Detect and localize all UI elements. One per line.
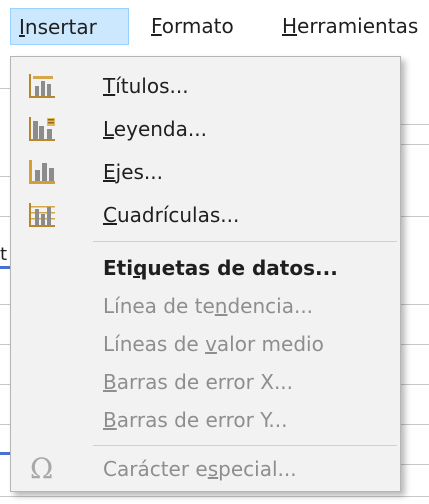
- grid-line: [401, 344, 429, 345]
- menu-formato-mnemonic: F: [151, 14, 162, 38]
- menu-item-leyenda[interactable]: Leyenda...: [11, 108, 400, 151]
- menu-item-barras-de-error-y: Barras de error Y...: [11, 399, 400, 442]
- grid-line: [401, 216, 429, 217]
- label-post: eyenda...: [113, 117, 207, 141]
- label-post: pecial...: [218, 457, 297, 481]
- grid-line: [0, 216, 10, 217]
- menu-separator: [93, 241, 397, 242]
- label-mnemonic: n: [214, 294, 228, 318]
- grid-line: [0, 344, 10, 345]
- label-pre: Línea de te: [103, 294, 215, 318]
- menu-item-label: Ejes...: [103, 151, 163, 194]
- label-pre: Líneas de: [103, 332, 206, 356]
- menu-item-label: Línea de tendencia...: [103, 285, 313, 328]
- chart-grid-icon: [29, 203, 55, 227]
- label-mnemonic: v: [205, 332, 217, 356]
- label-pre: Eti: [103, 256, 134, 280]
- label-post: arras de error Y...: [116, 408, 288, 432]
- grid-line: [0, 176, 10, 177]
- grid-line: [401, 424, 429, 425]
- menu-insertar-post: nsertar: [24, 15, 97, 39]
- grid-line: [401, 304, 429, 305]
- grid-line: [401, 144, 429, 145]
- label-mnemonic: T: [103, 74, 116, 98]
- label-mnemonic: B: [103, 370, 117, 394]
- cell-text-fragment: t: [0, 244, 8, 265]
- menu-item-lineas-de-valor-medio: Líneas de valor medio: [11, 323, 400, 366]
- grid-line: [0, 424, 10, 425]
- menu-item-ejes[interactable]: Ejes...: [11, 151, 400, 194]
- label-post: alor medio: [216, 332, 324, 356]
- menu-item-label: Títulos...: [103, 65, 189, 108]
- label-post: dencia...: [227, 294, 314, 318]
- grid-line: [401, 464, 429, 465]
- chart-axes-icon: [29, 160, 55, 184]
- menu-formato[interactable]: Formato: [151, 8, 234, 45]
- cell-underline: [0, 266, 10, 269]
- chart-legend-icon: [29, 117, 55, 141]
- menu-item-label: Etiquetas de datos...: [103, 247, 338, 290]
- menubar: Insertar Formato Herramientas: [0, 0, 429, 52]
- menu-item-cuadriculas[interactable]: Cuadrículas...: [11, 194, 400, 237]
- menu-item-etiquetas-de-datos[interactable]: Etiquetas de datos...: [11, 247, 400, 290]
- label-post: uadrículas...: [116, 203, 240, 227]
- label-mnemonic: B: [103, 408, 117, 432]
- label-mnemonic: q: [133, 256, 148, 280]
- menu-item-label: Líneas de valor medio: [103, 323, 324, 366]
- menu-herramientas-post: erramientas: [297, 14, 419, 38]
- menu-herramientas[interactable]: Herramientas: [282, 8, 418, 45]
- label-mnemonic: s: [207, 457, 219, 481]
- chart-titles-icon: [29, 74, 55, 98]
- grid-line: [401, 124, 429, 125]
- grid-line: [401, 384, 429, 385]
- menu-item-barras-de-error-x: Barras de error X...: [11, 361, 400, 404]
- cell-underline: [0, 452, 10, 455]
- insertar-dropdown-menu: Títulos... Leyenda... Ejes... Cuadrícula…: [10, 56, 401, 492]
- menu-insertar[interactable]: Insertar: [10, 8, 129, 45]
- menu-item-label: Barras de error Y...: [103, 399, 288, 442]
- label-post: uetas de datos...: [147, 256, 338, 280]
- menu-formato-post: ormato: [161, 14, 234, 38]
- menu-separator: [93, 445, 397, 446]
- grid-line: [0, 88, 10, 89]
- menu-item-label: Barras de error X...: [103, 361, 293, 404]
- label-mnemonic: E: [103, 160, 116, 184]
- label-pre: Carácter e: [103, 457, 208, 481]
- label-mnemonic: C: [103, 203, 117, 227]
- menu-herramientas-mnemonic: H: [282, 14, 298, 38]
- label-post: jes...: [115, 160, 163, 184]
- menu-item-label: Cuadrículas...: [103, 194, 239, 237]
- app-window: Insertar Formato Herramientas t Títulos.…: [0, 0, 429, 504]
- menu-item-linea-de-tendencia: Línea de tendencia...: [11, 285, 400, 328]
- menu-item-titulos[interactable]: Títulos...: [11, 65, 400, 108]
- grid-line: [0, 384, 10, 385]
- omega-icon: Ω: [30, 452, 54, 485]
- grid-line: [0, 496, 429, 497]
- label-mnemonic: L: [103, 117, 114, 141]
- label-post: ítulos...: [115, 74, 189, 98]
- label-post: arras de error X...: [116, 370, 294, 394]
- menu-item-caracter-especial: Ω Carácter especial...: [11, 448, 400, 491]
- menu-item-label: Leyenda...: [103, 108, 207, 151]
- grid-line: [0, 304, 10, 305]
- menu-item-label: Carácter especial...: [103, 448, 297, 491]
